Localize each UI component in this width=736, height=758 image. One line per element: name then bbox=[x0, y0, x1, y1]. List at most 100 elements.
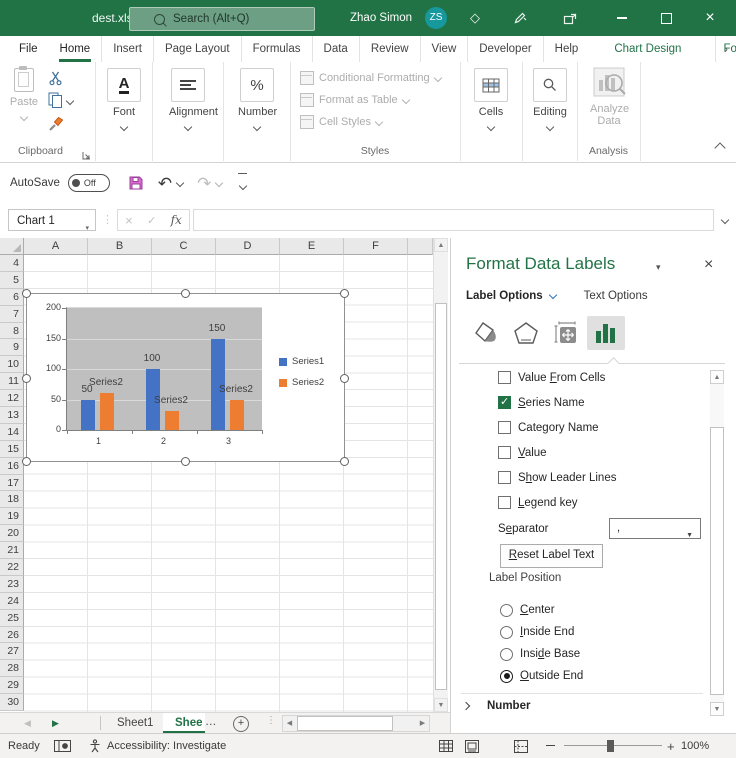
row-header[interactable]: 26 bbox=[0, 627, 24, 644]
scroll-right-icon[interactable]: ▶ bbox=[416, 716, 429, 731]
format-as-table-button[interactable]: Format as Table bbox=[300, 92, 409, 108]
tab-label-options[interactable]: Label Options bbox=[466, 290, 543, 302]
scroll-down-icon[interactable]: ▼ bbox=[710, 702, 724, 716]
checkbox-row[interactable]: ✓ Value bbox=[498, 440, 547, 465]
ribbon-tab[interactable]: Page Layout bbox=[153, 36, 241, 62]
ribbon-tab[interactable]: Help bbox=[543, 36, 590, 62]
next-sheet-icon[interactable]: ▶ bbox=[52, 718, 59, 729]
ribbon-tab[interactable]: Review bbox=[359, 36, 420, 62]
row-header[interactable]: 19 bbox=[0, 508, 24, 525]
search-input[interactable]: Search (Alt+Q) bbox=[129, 7, 315, 31]
autosave-toggle[interactable]: Off bbox=[68, 174, 110, 192]
row-header[interactable]: 15 bbox=[0, 441, 24, 458]
radio-row[interactable]: Inside End bbox=[500, 622, 574, 642]
column-header[interactable]: B bbox=[88, 238, 152, 255]
reset-label-text-button[interactable]: Reset Label Text bbox=[500, 544, 603, 568]
page-layout-view-button[interactable] bbox=[462, 738, 482, 754]
row-header[interactable]: 27 bbox=[0, 643, 24, 660]
row-header[interactable]: 22 bbox=[0, 559, 24, 576]
undo-button[interactable]: ↶ bbox=[158, 175, 183, 192]
ribbon-tab[interactable]: Home bbox=[49, 36, 102, 62]
editing-group-button[interactable]: Editing bbox=[533, 68, 567, 133]
selection-handle[interactable] bbox=[340, 289, 349, 298]
checkbox[interactable]: ✓ bbox=[498, 496, 511, 509]
copy-button[interactable] bbox=[48, 92, 73, 109]
pane-scrollbar[interactable]: ▲ ▼ bbox=[710, 370, 724, 716]
zoom-slider-thumb[interactable] bbox=[607, 740, 614, 752]
scroll-up-icon[interactable]: ▲ bbox=[434, 238, 448, 252]
selection-handle[interactable] bbox=[340, 457, 349, 466]
select-all-corner[interactable] bbox=[0, 238, 24, 255]
selection-handle[interactable] bbox=[22, 374, 31, 383]
number-section[interactable]: Number bbox=[463, 700, 530, 712]
checkbox-row[interactable]: ✓ Legend key bbox=[498, 490, 577, 515]
formula-input[interactable] bbox=[193, 209, 714, 231]
label-options-tab[interactable] bbox=[587, 316, 625, 350]
more-tabs-icon[interactable]: › bbox=[715, 36, 736, 62]
ribbon-tab[interactable]: Developer bbox=[467, 36, 542, 62]
enter-button[interactable]: ✓ bbox=[147, 214, 156, 227]
column-header[interactable]: E bbox=[280, 238, 344, 255]
cancel-button[interactable]: × bbox=[125, 213, 133, 228]
scroll-down-icon[interactable]: ▼ bbox=[434, 698, 448, 712]
gem-icon[interactable]: ◇ bbox=[460, 0, 490, 36]
column-header[interactable]: C bbox=[152, 238, 216, 255]
row-header[interactable]: 13 bbox=[0, 407, 24, 424]
scrollbar-thumb[interactable] bbox=[297, 716, 393, 731]
row-header[interactable]: 23 bbox=[0, 576, 24, 593]
drag-handle-icon[interactable]: ⋮ bbox=[102, 213, 113, 226]
cells-group-button[interactable]: Cells bbox=[474, 68, 508, 133]
sheet-tab-sheet1[interactable]: Sheet1 bbox=[105, 713, 165, 733]
prev-sheet-icon[interactable]: ◀ bbox=[24, 718, 31, 729]
row-header[interactable]: 25 bbox=[0, 610, 24, 627]
checkbox[interactable]: ✓ bbox=[498, 421, 511, 434]
row-header[interactable]: 14 bbox=[0, 424, 24, 441]
selection-handle[interactable] bbox=[340, 374, 349, 383]
row-header[interactable]: 11 bbox=[0, 373, 24, 390]
sheet-options-icon[interactable]: ⋮ bbox=[266, 715, 276, 726]
radio-row[interactable]: Inside Base bbox=[500, 644, 580, 664]
number-group-button[interactable]: % Number bbox=[238, 68, 276, 133]
row-header[interactable]: 7 bbox=[0, 306, 24, 323]
font-group-button[interactable]: A Font bbox=[107, 68, 141, 133]
save-button[interactable] bbox=[128, 175, 144, 191]
alignment-group-button[interactable]: Alignment bbox=[169, 68, 207, 133]
scroll-left-icon[interactable]: ◀ bbox=[283, 716, 296, 731]
dialog-launcher-icon[interactable] bbox=[82, 147, 91, 156]
minimize-button[interactable] bbox=[600, 0, 644, 36]
row-header[interactable]: 18 bbox=[0, 491, 24, 508]
row-header[interactable]: 24 bbox=[0, 593, 24, 610]
radio-button[interactable] bbox=[500, 604, 513, 617]
row-header[interactable]: 30 bbox=[0, 694, 24, 711]
column-header[interactable]: F bbox=[344, 238, 408, 255]
radio-button[interactable] bbox=[500, 626, 513, 639]
page-break-view-button[interactable] bbox=[511, 738, 531, 754]
collapse-ribbon-icon[interactable] bbox=[714, 142, 725, 153]
scroll-up-icon[interactable]: ▲ bbox=[710, 370, 724, 384]
selection-handle[interactable] bbox=[181, 457, 190, 466]
column-header[interactable]: D bbox=[216, 238, 280, 255]
effects-tab[interactable] bbox=[507, 316, 545, 350]
row-header[interactable]: 6 bbox=[0, 289, 24, 306]
separator-select[interactable]: ,▼ bbox=[609, 518, 701, 539]
pen-icon[interactable] bbox=[505, 0, 535, 36]
normal-view-button[interactable] bbox=[436, 738, 456, 754]
avatar[interactable]: ZS bbox=[425, 7, 447, 29]
cut-button[interactable] bbox=[48, 70, 64, 91]
checkbox-row[interactable]: ✓ Series Name bbox=[498, 390, 584, 415]
checkbox[interactable]: ✓ bbox=[498, 446, 511, 459]
paste-button[interactable]: Paste bbox=[6, 68, 42, 123]
accessibility-status[interactable]: Accessibility: Investigate bbox=[107, 734, 226, 758]
horizontal-scrollbar[interactable]: ◀ ▶ bbox=[282, 715, 430, 732]
selection-handle[interactable] bbox=[181, 289, 190, 298]
sheet-tab-active[interactable]: Shee bbox=[163, 713, 205, 733]
row-header[interactable]: 4 bbox=[0, 255, 24, 272]
scrollbar-thumb[interactable] bbox=[435, 303, 447, 690]
ribbon-tab[interactable]: Insert bbox=[101, 36, 153, 62]
macro-record-icon[interactable] bbox=[54, 740, 71, 755]
row-header[interactable]: 8 bbox=[0, 323, 24, 340]
zoom-level[interactable]: 100% bbox=[681, 734, 709, 758]
new-sheet-button[interactable]: + bbox=[233, 716, 249, 732]
analyze-data-button[interactable]: Analyze Data bbox=[590, 66, 628, 127]
chart-legend[interactable]: Series1Series2 bbox=[279, 356, 324, 398]
